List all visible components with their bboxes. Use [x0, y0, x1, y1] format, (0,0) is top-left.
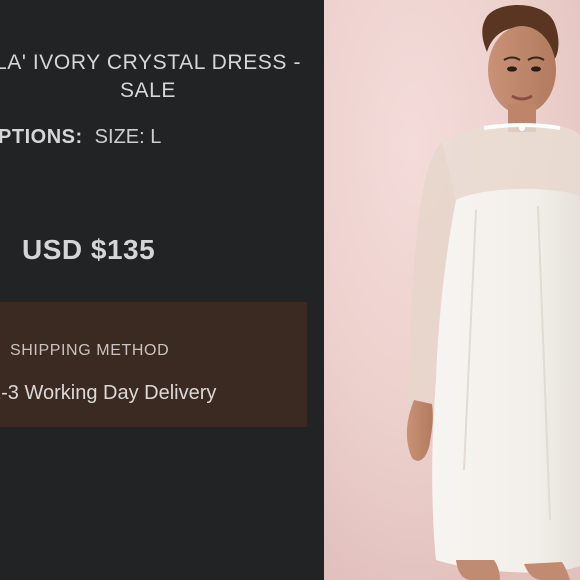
- model-in-white-dress-image: [324, 0, 580, 580]
- size-value: SIZE: L: [94, 126, 162, 148]
- product-title: LA' IVORY CRYSTAL DRESS - SALE: [0, 51, 302, 102]
- product-price: USD $135: [22, 234, 156, 265]
- listing-screen: LA' IVORY CRYSTAL DRESS - SALE OPTIONS: S…: [0, 0, 580, 580]
- shipping-method-label: SHIPPING METHOD: [10, 342, 170, 359]
- shipping-method-box[interactable]: SHIPPING METHOD 2-3 Working Day Delivery: [0, 302, 307, 427]
- product-photo: [324, 0, 580, 580]
- product-info-panel: LA' IVORY CRYSTAL DRESS - SALE OPTIONS: S…: [0, 0, 324, 580]
- options-label: OPTIONS:: [0, 126, 83, 148]
- shipping-method-value: 2-3 Working Day Delivery: [0, 382, 217, 404]
- product-options: OPTIONS: SIZE: L: [0, 126, 161, 149]
